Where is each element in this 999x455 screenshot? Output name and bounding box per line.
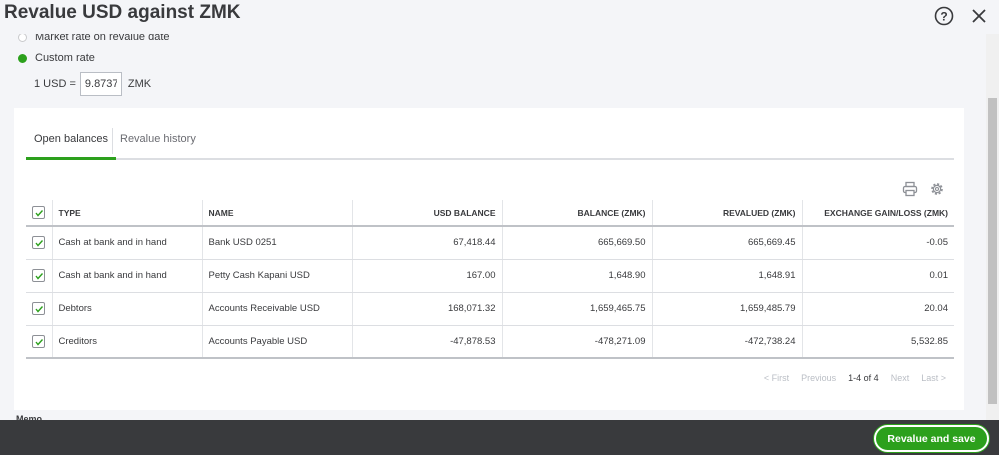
cell-gain-loss: 5,532.85 bbox=[801, 325, 954, 359]
cell-revalued-zmk: 1,648.91 bbox=[651, 259, 802, 293]
cell-type: Cash at bank and in hand bbox=[51, 226, 202, 260]
revalue-and-save-button[interactable]: Revalue and save bbox=[874, 425, 989, 452]
header-usd-balance[interactable]: USD BALANCE bbox=[351, 200, 502, 227]
balances-table: TYPE NAME USD BALANCE BALANCE (ZMK) REVA… bbox=[26, 200, 954, 359]
row-select-cell bbox=[26, 292, 52, 326]
table-row: Debtors Accounts Receivable USD 168,071.… bbox=[26, 292, 954, 326]
cell-type: Creditors bbox=[51, 325, 202, 359]
custom-rate-option[interactable]: Custom rate bbox=[18, 52, 95, 64]
check-icon bbox=[35, 306, 44, 313]
dialog-title: Revalue USD against ZMK bbox=[4, 2, 241, 23]
header-balance-zmk[interactable]: BALANCE (ZMK) bbox=[501, 200, 652, 227]
custom-rate-row: 1 USD = ZMK bbox=[34, 72, 151, 96]
select-all-checkbox[interactable] bbox=[32, 206, 45, 219]
header-type[interactable]: TYPE bbox=[51, 200, 202, 227]
svg-text:?: ? bbox=[940, 10, 947, 24]
memo-label: Memo bbox=[16, 414, 43, 420]
cell-usd-balance: -47,878.53 bbox=[351, 325, 502, 359]
pager-last[interactable]: Last > bbox=[921, 373, 946, 383]
row-select-cell bbox=[26, 226, 52, 260]
select-all-cell bbox=[26, 200, 52, 227]
pager-previous[interactable]: Previous bbox=[801, 373, 836, 383]
rate-prefix: 1 USD = bbox=[34, 78, 76, 90]
cell-name: Petty Cash Kapani USD bbox=[201, 259, 352, 293]
custom-rate-label: Custom rate bbox=[35, 52, 95, 64]
cell-balance-zmk: 1,659,465.75 bbox=[501, 292, 652, 326]
dialog-footer bbox=[0, 420, 999, 455]
row-select-cell bbox=[26, 325, 52, 359]
header-name[interactable]: NAME bbox=[201, 200, 352, 227]
cell-balance-zmk: 1,648.90 bbox=[501, 259, 652, 293]
check-icon bbox=[35, 273, 44, 280]
table-row: Cash at bank and in hand Petty Cash Kapa… bbox=[26, 259, 954, 293]
table-row: Cash at bank and in hand Bank USD 0251 6… bbox=[26, 226, 954, 260]
cell-usd-balance: 168,071.32 bbox=[351, 292, 502, 326]
pager-first[interactable]: < First bbox=[764, 373, 789, 383]
cell-revalued-zmk: 665,669.45 bbox=[651, 226, 802, 260]
header-exchange-gain-loss[interactable]: EXCHANGE GAIN/LOSS (ZMK) bbox=[801, 200, 954, 227]
check-icon bbox=[35, 210, 44, 217]
cell-usd-balance: 67,418.44 bbox=[351, 226, 502, 260]
row-select-cell bbox=[26, 259, 52, 293]
cell-gain-loss: -0.05 bbox=[801, 226, 954, 260]
scrollbar-thumb[interactable] bbox=[988, 98, 997, 404]
help-icon[interactable]: ? bbox=[934, 6, 954, 26]
rate-suffix: ZMK bbox=[127, 78, 152, 90]
cell-gain-loss: 20.04 bbox=[801, 292, 954, 326]
balances-panel: Open balances Revalue history TYPE NAME … bbox=[14, 108, 964, 410]
custom-rate-radio[interactable] bbox=[18, 53, 27, 63]
table-header-row: TYPE NAME USD BALANCE BALANCE (ZMK) REVA… bbox=[26, 200, 954, 227]
header-revalued-zmk[interactable]: REVALUED (ZMK) bbox=[651, 200, 802, 227]
row-checkbox[interactable] bbox=[32, 334, 45, 348]
row-checkbox[interactable] bbox=[32, 302, 45, 315]
cell-type: Debtors bbox=[51, 292, 202, 326]
cell-usd-balance: 167.00 bbox=[351, 259, 502, 293]
cell-type: Cash at bank and in hand bbox=[51, 259, 202, 293]
cell-revalued-zmk: -472,738.24 bbox=[651, 325, 802, 359]
pager-next[interactable]: Next bbox=[891, 373, 910, 383]
print-icon[interactable] bbox=[902, 181, 918, 197]
check-icon bbox=[35, 338, 44, 346]
cell-name: Accounts Payable USD bbox=[201, 325, 352, 359]
pager-range: 1-4 of 4 bbox=[848, 373, 879, 383]
cell-name: Accounts Receivable USD bbox=[201, 292, 352, 326]
custom-rate-input[interactable] bbox=[79, 72, 122, 96]
row-checkbox[interactable] bbox=[32, 269, 45, 282]
tab-bar: Open balances Revalue history bbox=[26, 128, 954, 160]
tab-revalue-history[interactable]: Revalue history bbox=[112, 133, 204, 159]
cell-balance-zmk: 665,669.50 bbox=[501, 226, 652, 260]
gear-icon[interactable] bbox=[929, 181, 945, 197]
cell-balance-zmk: -478,271.09 bbox=[501, 325, 652, 359]
pagination: < First Previous 1-4 of 4 Next Last > bbox=[764, 373, 946, 383]
close-icon[interactable] bbox=[970, 7, 988, 25]
cell-revalued-zmk: 1,659,485.79 bbox=[651, 292, 802, 326]
table-row: Creditors Accounts Payable USD -47,878.5… bbox=[26, 325, 954, 359]
check-icon bbox=[35, 240, 44, 247]
dialog-header: Revalue USD against ZMK ? bbox=[0, 0, 999, 34]
cell-gain-loss: 0.01 bbox=[801, 259, 954, 293]
row-checkbox[interactable] bbox=[32, 236, 45, 250]
cell-name: Bank USD 0251 bbox=[201, 226, 352, 260]
tab-open-balances[interactable]: Open balances bbox=[26, 133, 116, 160]
